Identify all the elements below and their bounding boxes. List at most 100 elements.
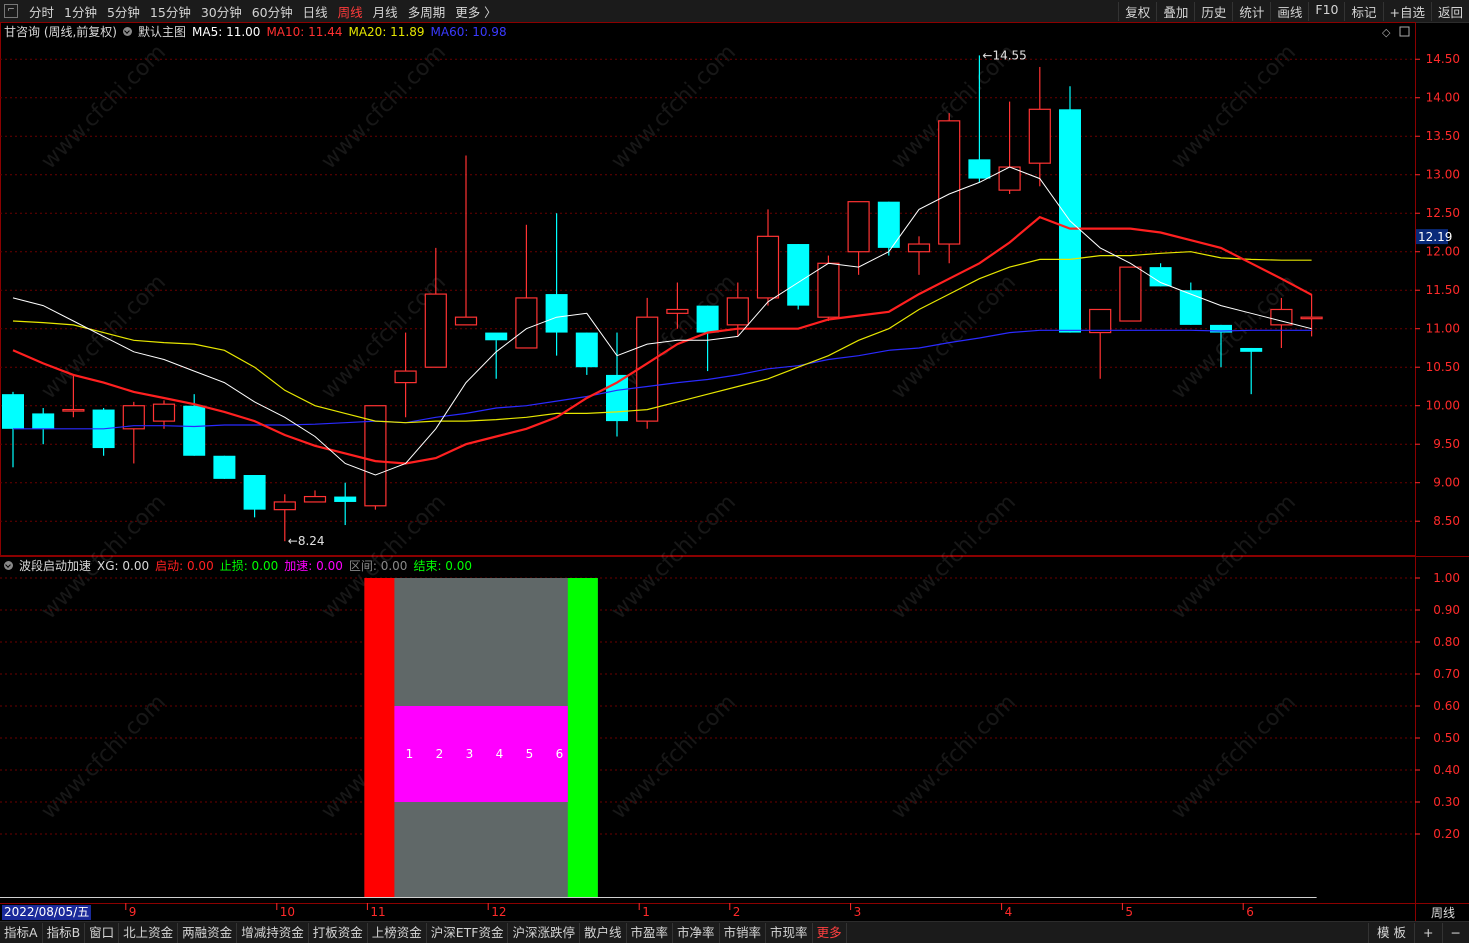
sub-tick-label: 0.60 (1433, 699, 1460, 713)
candle[interactable] (515, 224, 538, 349)
template-name[interactable]: 默认主图 (138, 23, 186, 40)
candle-body (1149, 267, 1172, 287)
price-tick-label: 8.50 (1433, 514, 1460, 528)
price-tick-label: 14.00 (1426, 91, 1460, 105)
indicator-name[interactable]: 波段启动加速 (19, 557, 91, 574)
candle-body (817, 262, 840, 318)
indicator-tab[interactable]: 市现率 (766, 922, 813, 943)
candle[interactable] (1089, 308, 1112, 379)
indicator-tab[interactable]: 指标B (43, 922, 86, 943)
indicator-dropdown-icon[interactable] (4, 561, 13, 570)
watermark-text: www.cfchi.com (607, 690, 741, 824)
candle[interactable] (696, 305, 719, 372)
template-dropdown-icon[interactable] (123, 27, 132, 36)
start-bar (364, 578, 395, 898)
period-indicator: 周线 (1430, 906, 1455, 920)
candle[interactable] (1240, 347, 1263, 395)
sub-tick-label: 0.20 (1433, 827, 1460, 841)
candle[interactable] (907, 236, 931, 275)
indicator-tab[interactable]: 增减持资金 (237, 922, 309, 943)
candle[interactable] (938, 113, 961, 264)
candle-body (183, 405, 206, 456)
candle[interactable] (756, 209, 780, 306)
candle[interactable] (152, 400, 176, 429)
candle[interactable] (424, 247, 447, 368)
candle-body (213, 455, 236, 479)
date-cursor-label: 2022/08/05/五 (2, 905, 92, 920)
price-annotation: ←14.55 (982, 48, 1026, 62)
diamond-icon[interactable]: ◇ (1382, 26, 1391, 39)
candle[interactable] (92, 408, 115, 456)
price-tick-label: 11.00 (1426, 322, 1460, 336)
candle[interactable] (1119, 266, 1142, 322)
price-tick-label: 13.50 (1426, 129, 1460, 143)
indicator-tab[interactable]: 窗口 (85, 922, 120, 943)
candle[interactable] (32, 408, 55, 445)
candle-body (968, 159, 991, 179)
time-label: 11 (370, 905, 385, 919)
candle[interactable] (485, 332, 508, 379)
indicator-tab[interactable]: 打板资金 (309, 922, 368, 943)
main-legend: 甘咨询 (周线,前复权) 默认主图 MA5: 11.00 MA10: 11.44… (4, 23, 507, 40)
accel-label: 4 (496, 747, 504, 761)
bottom-control-button[interactable]: − (1441, 922, 1469, 943)
watermark-text: www.cfchi.com (607, 40, 741, 174)
candle[interactable] (1028, 66, 1051, 187)
indicator-tab[interactable]: 沪深ETF资金 (427, 922, 509, 943)
price-tick-label: 14.50 (1426, 52, 1460, 66)
candle-body (726, 297, 749, 326)
price-tick-label: 13.00 (1426, 168, 1460, 182)
bottom-control-button[interactable]: + (1414, 922, 1441, 943)
time-label: 6 (1246, 905, 1254, 919)
indicator-tab[interactable]: 更多 (813, 922, 847, 943)
price-annotation: ←8.24 (288, 534, 325, 548)
candle[interactable] (877, 201, 900, 256)
sub-tick-label: 0.50 (1433, 731, 1460, 745)
indicator-tab[interactable]: 沪深涨跌停 (508, 922, 580, 943)
ma5-label: MA5: 11.00 (192, 24, 261, 39)
time-label: 2 (733, 905, 741, 919)
candle-body (1240, 347, 1263, 352)
signal-zone: 1 2 3 4 5 6 (364, 578, 598, 898)
indicator-tabbar: 指标A 指标B 窗口 北上资金 两融资金 增减持资金 打板资金 上榜资金 沪深ETF资金 沪深涨跌… (0, 921, 1469, 943)
candle[interactable] (243, 475, 266, 518)
candle[interactable] (394, 332, 417, 418)
candle-body (1179, 290, 1202, 325)
indicator-tab[interactable]: 上榜资金 (368, 922, 427, 943)
candle-body (787, 244, 810, 306)
candle-body (243, 475, 266, 510)
watermark-text: www.cfchi.com (1167, 490, 1301, 624)
indicator-tab[interactable]: 两融资金 (178, 922, 238, 943)
candle[interactable] (998, 101, 1021, 194)
watermark-text: www.cfchi.com (1167, 40, 1301, 174)
candle[interactable] (2, 391, 24, 468)
price-tick-label: 12.50 (1426, 206, 1460, 220)
watermark-text: www.cfchi.com (887, 690, 1021, 824)
ma10-label: MA10: 11.44 (266, 24, 343, 39)
indicator-tab[interactable]: 北上资金 (119, 922, 179, 943)
indicator-tab[interactable]: 市净率 (673, 922, 720, 943)
indicator-tab[interactable]: 指标A (0, 922, 43, 943)
candle[interactable] (334, 482, 357, 526)
expand-icon[interactable] (1399, 26, 1410, 37)
chart-canvas: www.cfchi.com www.cfchi.com www.cfchi.com w… (0, 22, 1469, 921)
candle[interactable] (787, 244, 810, 310)
candle[interactable] (606, 332, 628, 437)
candle[interactable] (1179, 282, 1202, 325)
candle[interactable] (817, 255, 840, 322)
candle-body (303, 495, 327, 503)
candle[interactable] (575, 332, 598, 375)
indicator-tab[interactable]: 市盈率 (627, 922, 674, 943)
candle[interactable] (213, 455, 236, 479)
bottom-control-button[interactable]: 模 板 (1368, 922, 1414, 943)
indicator-tab[interactable]: 散户线 (580, 922, 627, 943)
candle[interactable] (545, 213, 568, 356)
watermark-text: www.cfchi.com (317, 40, 451, 174)
candle[interactable] (303, 490, 327, 503)
sub-tick-label: 0.40 (1433, 763, 1460, 777)
candle[interactable] (122, 401, 145, 464)
candle[interactable] (454, 155, 478, 326)
indicator-tabs: 指标A 指标B 窗口 北上资金 两融资金 增减持资金 打板资金 上榜资金 沪深ETF资金 沪深涨跌… (0, 922, 847, 943)
accel-label: 5 (526, 747, 534, 761)
indicator-tab[interactable]: 市销率 (720, 922, 767, 943)
